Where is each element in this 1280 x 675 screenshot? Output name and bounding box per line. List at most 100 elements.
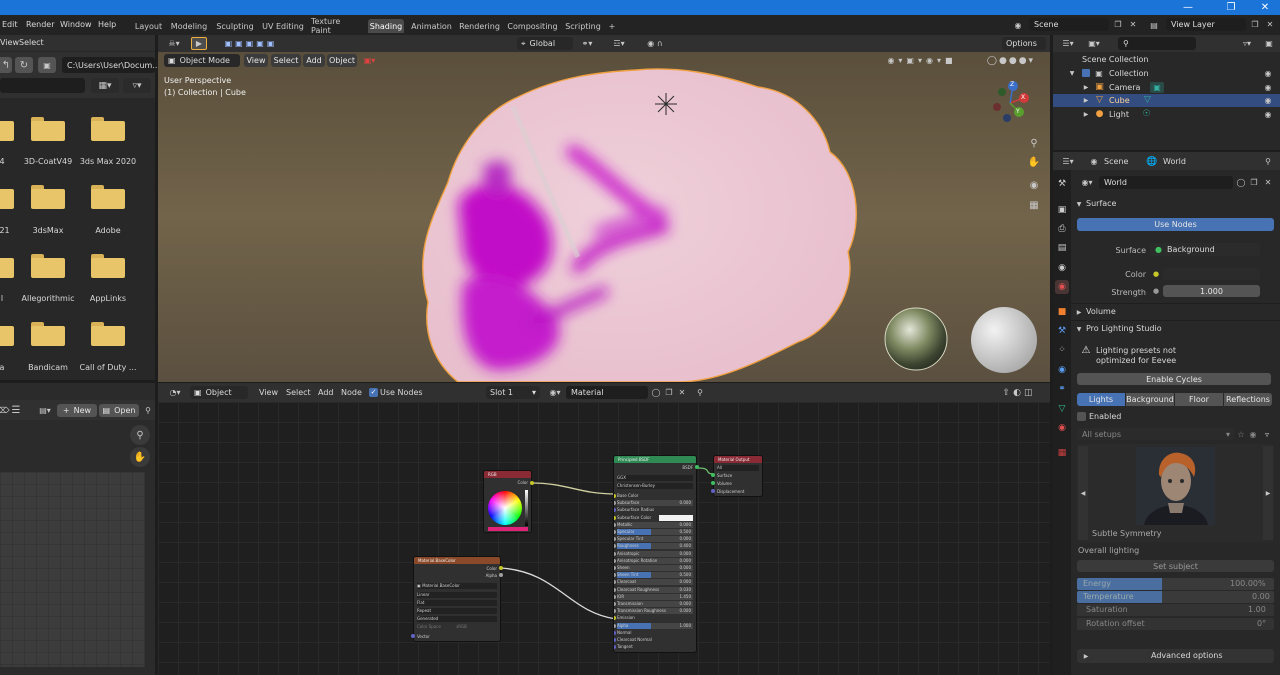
pls-panel-header[interactable]: Pro Lighting Studio xyxy=(1086,325,1162,333)
bsdf-input-socket[interactable] xyxy=(614,609,616,614)
eye-icon[interactable]: ◉ xyxy=(1262,82,1274,92)
node-node-menu[interactable]: Node xyxy=(341,389,362,397)
parent-dir-icon[interactable]: ↰ xyxy=(0,57,12,73)
image-browse-icon[interactable]: ▤▾ xyxy=(35,403,55,417)
outliner-item-cube[interactable]: Cube xyxy=(1109,97,1130,105)
folder-icon[interactable] xyxy=(91,253,125,278)
principled-bsdf-node[interactable]: Principled BSDF BSDF GGX Christensen-Bur… xyxy=(613,455,697,653)
eye-icon[interactable]: ◉ xyxy=(1262,109,1274,119)
new-image-button[interactable]: + New xyxy=(57,404,97,417)
folder-name[interactable]: Adobe xyxy=(68,226,148,235)
bsdf-input-socket[interactable] xyxy=(614,522,616,527)
material-remove-icon[interactable]: ✕ xyxy=(676,386,688,399)
tab-animation[interactable]: Animation xyxy=(410,19,453,33)
viewport-pan-icon[interactable]: ✋ xyxy=(1024,153,1044,171)
bsdf-input-row[interactable]: Clearcoat Normal xyxy=(617,637,693,643)
hamburger-menu-icon[interactable]: ☰ xyxy=(9,403,23,417)
world-name-field[interactable]: World xyxy=(1099,176,1233,189)
zoom-icon[interactable]: ⚲ xyxy=(130,425,150,445)
outliner-search-field[interactable]: ⚲ xyxy=(1118,37,1196,50)
folder-icon[interactable] xyxy=(91,184,125,209)
node-editor-right-icons[interactable]: ⇧◐◫ xyxy=(992,386,1046,399)
preset-thumbnail[interactable] xyxy=(1136,447,1215,525)
tab-scripting[interactable]: Scripting xyxy=(563,19,603,33)
outliner-type-icon[interactable]: ☰▾ xyxy=(1057,37,1079,50)
view-layer-remove-icon[interactable]: ✕ xyxy=(1264,18,1276,31)
world-tab-icon[interactable]: ◉ xyxy=(1055,280,1069,294)
preset-settings-icon[interactable]: ◉ xyxy=(1248,428,1258,440)
bsdf-input-row[interactable]: Tangent xyxy=(617,644,693,650)
rgb-node[interactable]: RGB Color xyxy=(483,470,532,533)
open-image-button[interactable]: ▤ Open xyxy=(99,404,139,417)
world-browse-icon[interactable]: ◉▾ xyxy=(1077,176,1097,189)
physics-tab-icon[interactable]: ◉ xyxy=(1055,363,1069,377)
world-breadcrumb[interactable]: World xyxy=(1163,158,1186,166)
pls-collapse-icon[interactable]: ▼ xyxy=(1075,324,1083,334)
folder-name[interactable]: AppLinks xyxy=(68,294,148,303)
folder-icon[interactable] xyxy=(91,116,125,141)
node-add-menu[interactable]: Add xyxy=(318,389,334,397)
editor-type-icon[interactable]: ⌦ xyxy=(0,403,10,417)
pan-hand-icon[interactable]: ✋ xyxy=(130,447,150,467)
rgb-color-socket[interactable] xyxy=(530,481,534,485)
image-texture-node[interactable]: Material.BaseColor Color Alpha ▣ Materia… xyxy=(413,556,501,642)
tab-layout[interactable]: Layout xyxy=(133,19,164,33)
use-nodes-checkbox[interactable]: ✓ xyxy=(369,388,378,397)
folder-icon[interactable] xyxy=(0,253,14,278)
viewport-view-menu[interactable]: View xyxy=(244,54,268,67)
subsurface-method-dropdown[interactable]: Christensen-Burley xyxy=(617,483,693,489)
volume-panel-header[interactable]: Volume xyxy=(1086,308,1116,316)
material-name-field[interactable]: Material xyxy=(566,386,648,399)
filter-icon[interactable]: ▿▾ xyxy=(123,78,151,93)
new-collection-icon[interactable]: ▣ xyxy=(1262,37,1276,50)
collection-checkbox[interactable] xyxy=(1082,69,1090,77)
scene-remove-icon[interactable]: ✕ xyxy=(1127,18,1139,31)
menu-help[interactable]: Help xyxy=(98,21,116,29)
bsdf-input-row[interactable]: Subsurface Color xyxy=(617,514,693,521)
folder-name[interactable]: Call of Duty ... xyxy=(68,363,148,372)
bsdf-input-socket[interactable] xyxy=(614,638,616,642)
menu-render[interactable]: Render xyxy=(26,21,54,29)
file-select-menu[interactable]: Select xyxy=(19,39,44,47)
folder-name[interactable]: 3ds Max 2020 xyxy=(68,157,148,166)
world-remove-icon[interactable]: ✕ xyxy=(1262,176,1274,189)
viewport-zoom-icon[interactable]: ⚲ xyxy=(1024,134,1044,152)
menu-window[interactable]: Window xyxy=(60,21,92,29)
bsdf-input-row[interactable]: Anisotropic 0.000 xyxy=(617,550,693,557)
output-volume-socket[interactable] xyxy=(711,481,715,485)
bsdf-input-socket[interactable] xyxy=(614,515,616,520)
material-tab-icon[interactable]: ◉ xyxy=(1055,421,1069,435)
viewport-object-menu[interactable]: Object xyxy=(327,54,357,67)
object-tab-icon[interactable]: ■ xyxy=(1055,305,1069,319)
texture-vector-socket[interactable] xyxy=(411,634,415,638)
pin-icon[interactable]: ⚲ xyxy=(142,404,154,417)
bsdf-input-row[interactable]: Specular Tint 0.000 xyxy=(617,536,693,543)
bsdf-input-socket[interactable] xyxy=(614,630,616,635)
file-view-menu[interactable]: View xyxy=(0,39,19,47)
bsdf-input-row[interactable]: Metallic 0.000 xyxy=(617,521,693,528)
bsdf-input-row[interactable]: Transmission Roughness 0.000 xyxy=(617,608,693,615)
bsdf-input-row[interactable]: Roughness 0.400 xyxy=(617,543,693,550)
bsdf-input-socket[interactable] xyxy=(614,587,616,592)
output-displacement-socket[interactable] xyxy=(711,489,715,493)
bsdf-input-row[interactable]: Clearcoat Roughness 0.030 xyxy=(617,586,693,593)
render-tab-icon[interactable]: ▣ xyxy=(1055,203,1069,217)
preset-next-arrow-icon[interactable]: ▶ xyxy=(1263,446,1273,540)
folder-icon[interactable] xyxy=(0,184,14,209)
texture-image-field[interactable]: ▣ Material.BaseColor xyxy=(417,583,497,589)
node-pin-icon[interactable]: ⚲ xyxy=(694,386,706,399)
particles-tab-icon[interactable]: ⁘ xyxy=(1055,343,1069,357)
outliner-display-icon[interactable]: ▣▾ xyxy=(1083,37,1105,50)
tab-texture-paint[interactable]: Texture Paint xyxy=(311,17,362,35)
material-output-node[interactable]: Material Output All Surface Volume Displ… xyxy=(713,455,763,497)
bsdf-input-socket[interactable] xyxy=(614,537,616,542)
bsdf-input-row[interactable]: Normal xyxy=(617,630,693,636)
set-subject-button[interactable]: Set subject xyxy=(1077,560,1274,572)
distribution-dropdown[interactable]: GGX xyxy=(617,475,693,481)
file-search-field[interactable] xyxy=(0,78,85,93)
bsdf-input-socket[interactable] xyxy=(614,501,616,506)
use-nodes-button[interactable]: Use Nodes xyxy=(1077,218,1274,231)
outliner-item-light[interactable]: Light xyxy=(1109,111,1129,119)
folder-icon[interactable] xyxy=(31,253,65,278)
viewport-select-menu[interactable]: Select xyxy=(271,54,301,67)
